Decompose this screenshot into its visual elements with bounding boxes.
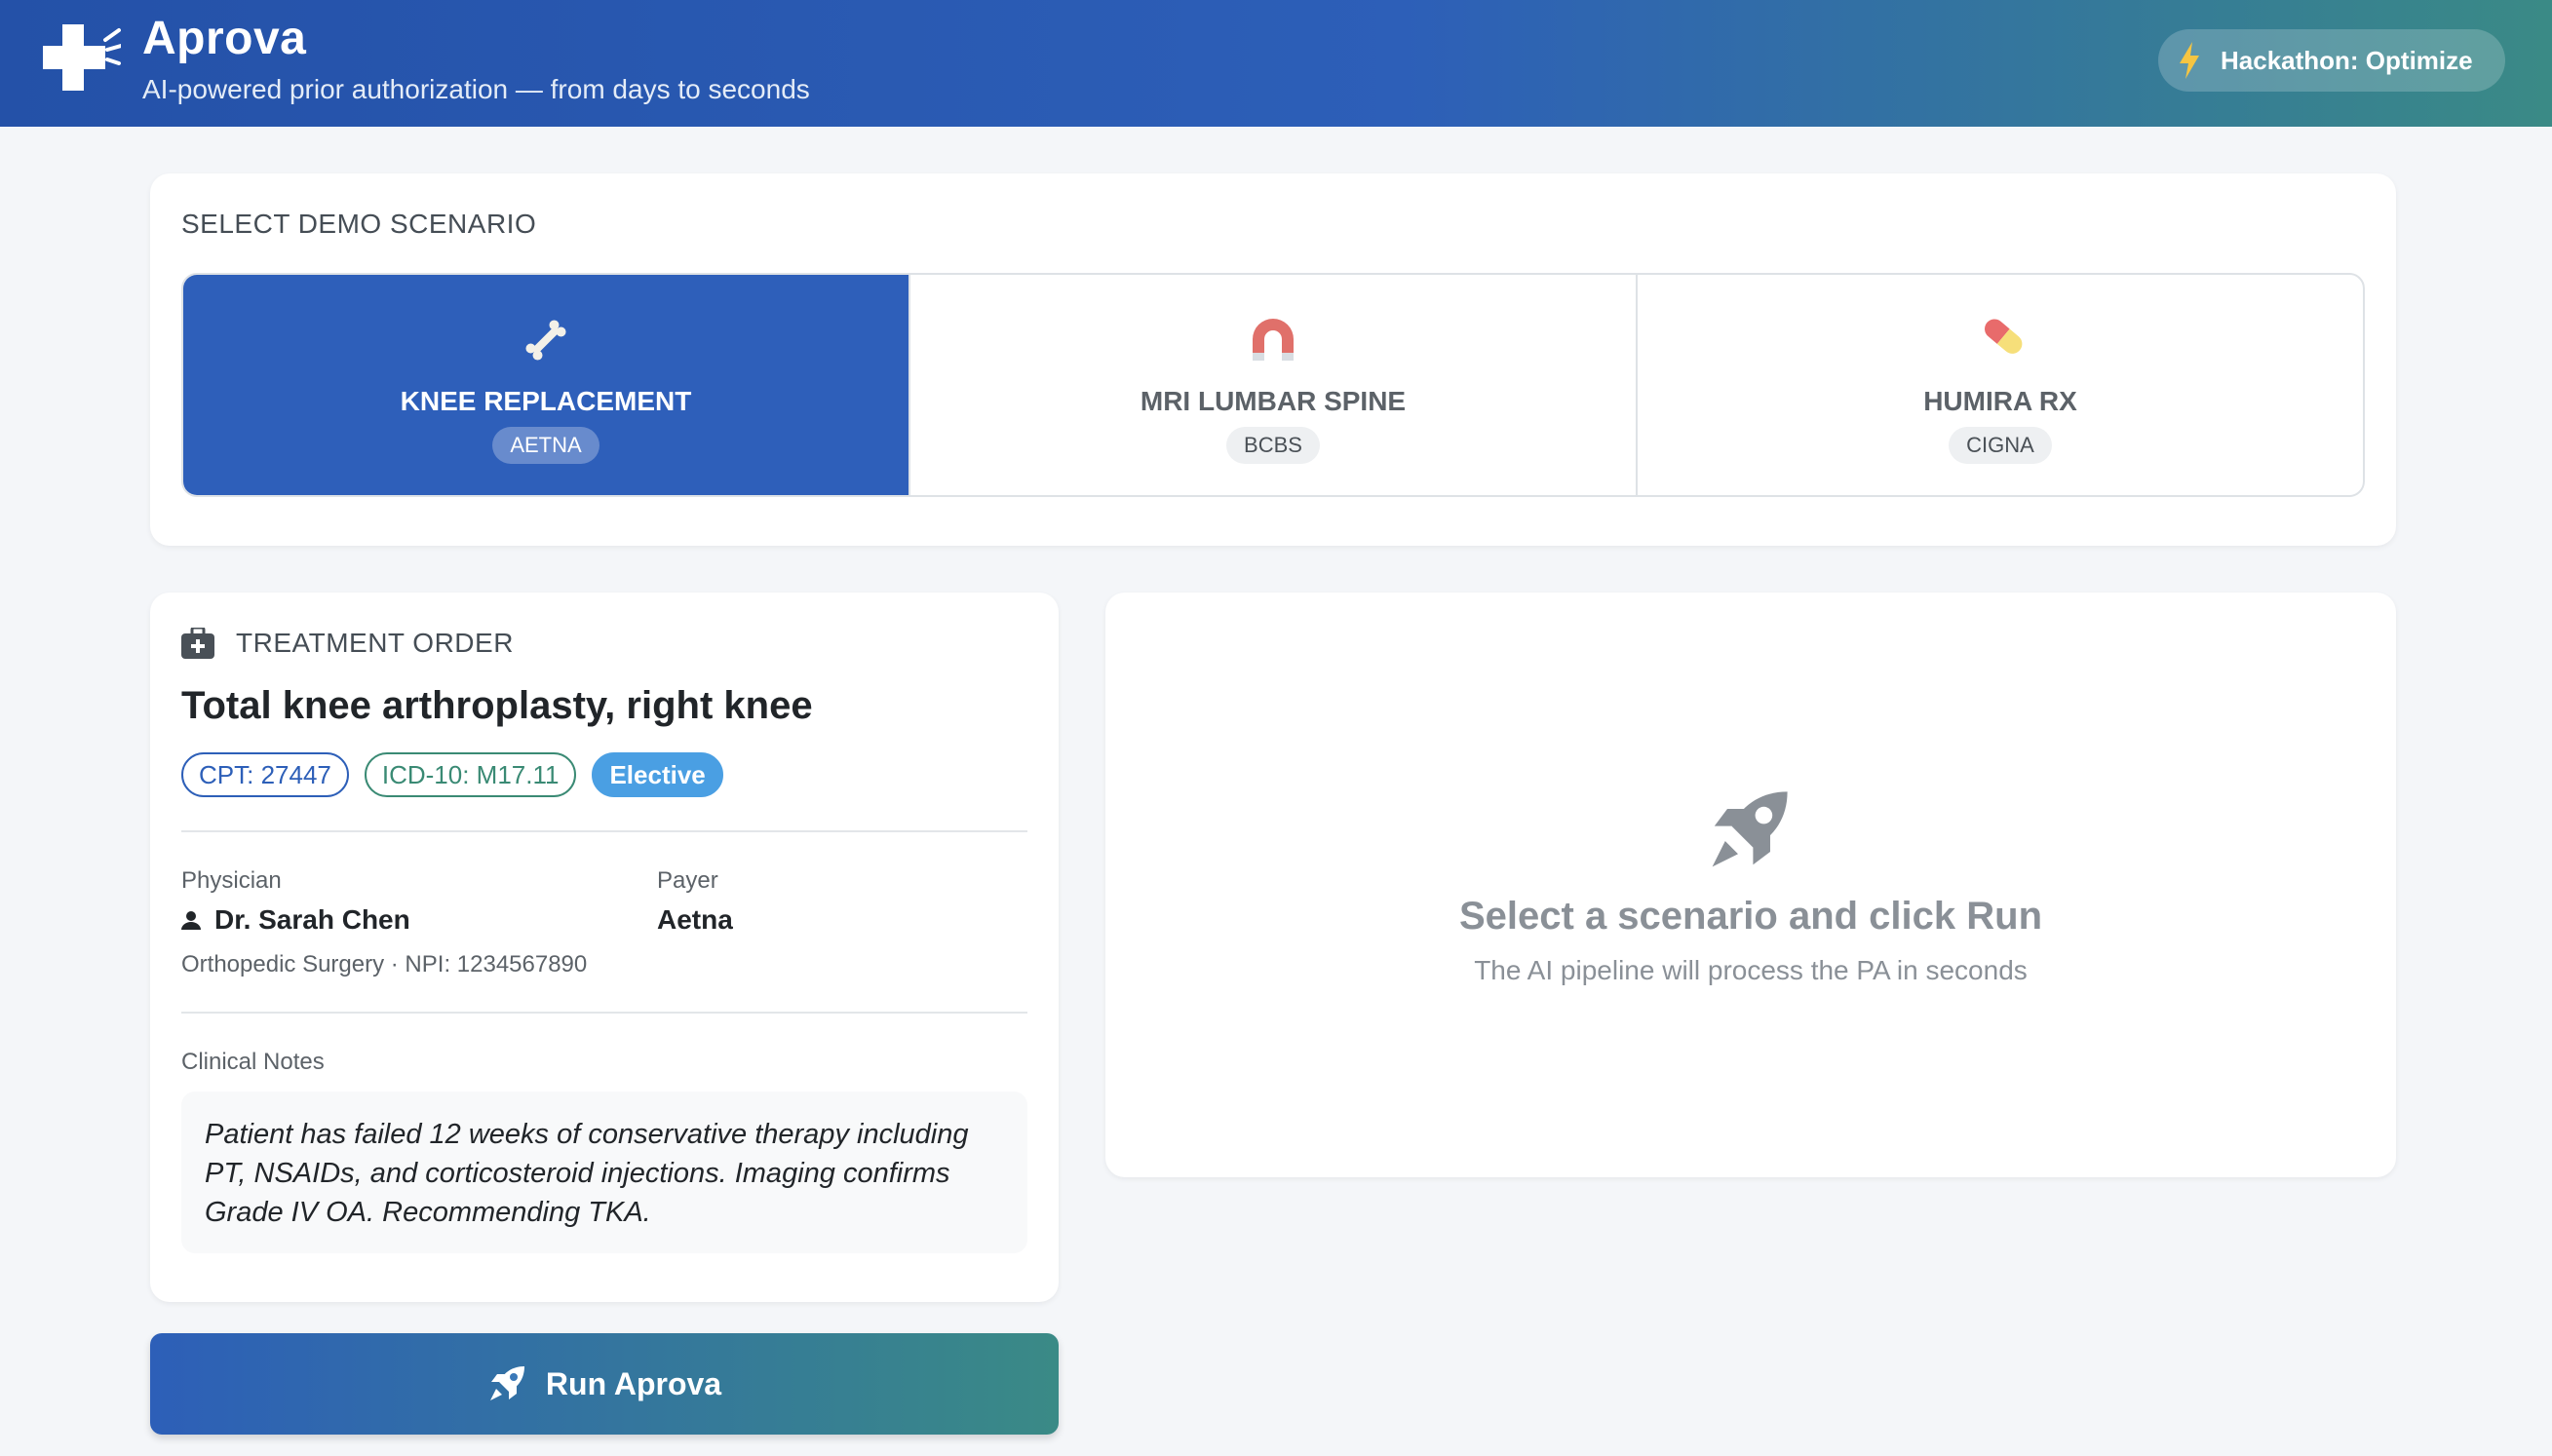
results-placeholder: Select a scenario and click Run The AI p… [1105,593,2396,1177]
magnet-icon [1253,319,1294,361]
urgency-badge: Elective [592,752,723,797]
physician-name-text: Dr. Sarah Chen [214,904,410,935]
scenario-tab-label: HUMIRA RX [1923,386,2077,416]
app-subtitle: AI-powered prior authorization — from da… [142,74,810,104]
medical-cross-icon [43,24,121,91]
clinical-notes-label: Clinical Notes [181,1049,325,1075]
physician-detail: Orthopedic Surgery · NPI: 1234567890 [181,951,588,977]
divider [181,1012,1027,1014]
scenario-payer-chip: AETNA [492,427,599,464]
run-button-label: Run Aprova [545,1365,722,1401]
scenario-card: SELECT DEMO SCENARIO KNEE REPLACEMENT AE… [150,173,2396,546]
scenario-tab-label: MRI LUMBAR SPINE [1140,386,1407,416]
payer-label: Payer [657,867,718,894]
lightning-icon [2180,42,2199,79]
medical-kit-icon [181,628,214,659]
treatment-order-header: TREATMENT ORDER [181,628,514,659]
rocket-icon [1712,791,1788,867]
scenario-payer-chip: BCBS [1226,427,1320,464]
hackathon-badge: Hackathon: Optimize [2158,29,2505,92]
physician-name: Dr. Sarah Chen [181,904,410,936]
placeholder-subtitle: The AI pipeline will process the PA in s… [1474,955,2028,985]
payer-name: Aetna [657,904,733,935]
physician-label: Physician [181,867,282,894]
treatment-order-label: TREATMENT ORDER [236,628,514,658]
scenario-section-label: SELECT DEMO SCENARIO [181,209,537,239]
run-aprova-button[interactable]: Run Aprova [150,1333,1059,1435]
divider [181,830,1027,832]
pill-icon [1985,319,2023,354]
cpt-code-tag: CPT: 27447 [181,752,349,797]
person-icon [181,911,201,930]
app-header: Aprova AI-powered prior authorization — … [0,0,2552,127]
code-tags: CPT: 27447 ICD-10: M17.11 Elective [181,752,723,797]
hackathon-badge-label: Hackathon: Optimize [2221,45,2473,75]
clinical-notes-text: Patient has failed 12 weeks of conservat… [181,1092,1027,1253]
treatment-title: Total knee arthroplasty, right knee [181,684,813,727]
scenario-tab-label: KNEE REPLACEMENT [400,386,692,416]
scenario-tabs: KNEE REPLACEMENT AETNA MRI LUMBAR SPINE … [181,273,2365,497]
placeholder-title: Select a scenario and click Run [1458,895,2043,938]
scenario-tab-mri-lumbar-spine[interactable]: MRI LUMBAR SPINE BCBS [910,275,1638,495]
rocket-icon [489,1366,524,1400]
scenario-tab-humira-rx[interactable]: HUMIRA RX CIGNA [1638,275,2363,495]
app-title: Aprova [142,13,307,64]
scenario-payer-chip: CIGNA [1949,427,2052,464]
scenario-tab-knee-replacement[interactable]: KNEE REPLACEMENT AETNA [183,275,910,495]
treatment-order-card: TREATMENT ORDER Total knee arthroplasty,… [150,593,1059,1302]
bone-icon [525,320,566,361]
icd-code-tag: ICD-10: M17.11 [364,752,577,797]
